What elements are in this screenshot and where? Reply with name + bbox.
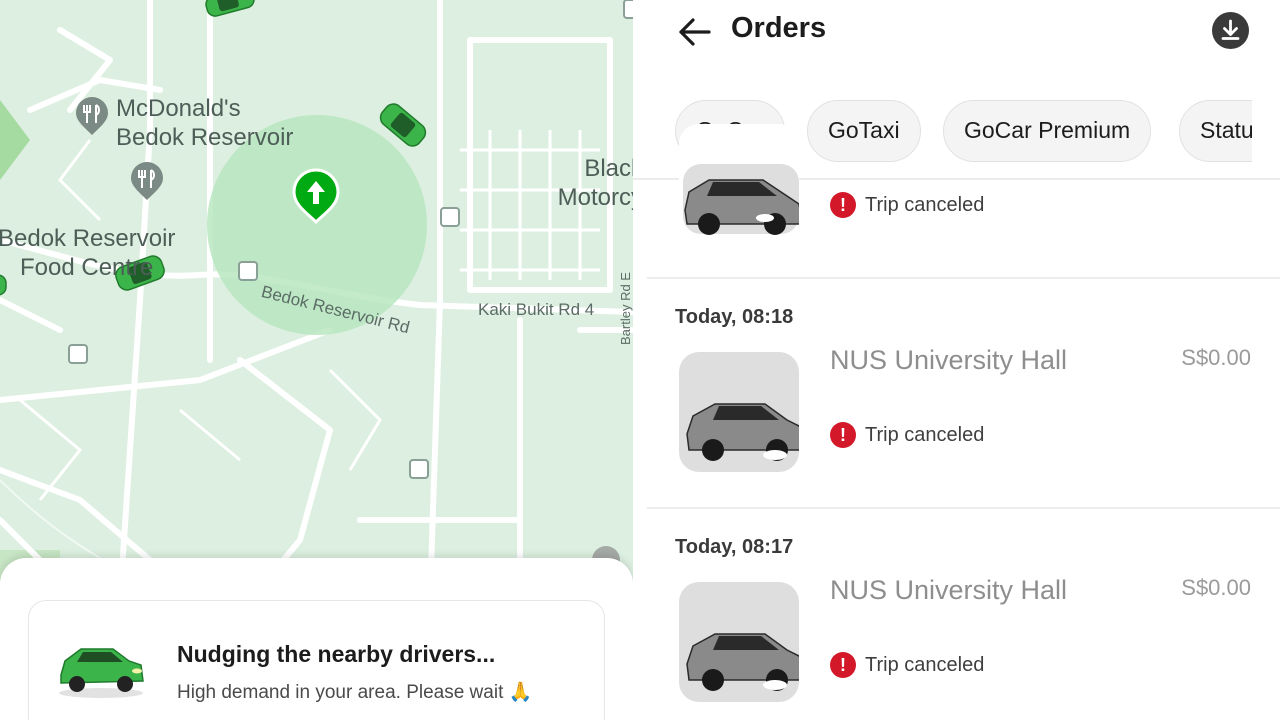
order-status-text: Trip canceled <box>865 193 985 216</box>
alert-icon: ! <box>830 192 856 218</box>
map-label-mcdonalds: McDonald's Bedok Reservoir <box>116 95 294 151</box>
order-thumbnail <box>679 582 799 702</box>
fork-knife-icon[interactable] <box>76 97 108 135</box>
nudge-title: Nudging the nearby drivers... <box>177 641 496 667</box>
nudge-card: Nudging the nearby drivers... High deman… <box>28 600 605 720</box>
car-icon <box>683 164 799 235</box>
order-date: Today, 08:18 <box>675 306 794 328</box>
order-status-text: Trip canceled <box>865 423 985 446</box>
park-area <box>0 100 30 180</box>
green-car-icon <box>59 648 144 698</box>
road-label-bartley: Bartley Rd E <box>618 272 633 345</box>
filter-chip-status[interactable]: Status <box>1179 100 1252 162</box>
order-status: ! Trip canceled <box>830 652 984 678</box>
row-divider <box>647 277 1280 279</box>
order-destination: NUS University Hall <box>830 345 1068 375</box>
orders-screen: Orders GoCar GoTaxi GoCar Premium Status… <box>633 0 1280 720</box>
order-thumbnail <box>679 352 799 472</box>
car-icon <box>686 633 799 691</box>
filter-chip-gotaxi[interactable]: GoTaxi <box>807 100 921 162</box>
order-status: ! Trip canceled <box>830 192 984 218</box>
download-icon <box>1221 19 1240 40</box>
filter-chip-gocar-premium[interactable]: GoCar Premium <box>943 100 1152 162</box>
order-status: ! Trip canceled <box>830 422 984 448</box>
order-price: S$0.00 <box>1181 575 1251 600</box>
order-status-text: Trip canceled <box>865 653 985 676</box>
alert-icon: ! <box>830 652 856 678</box>
map-view[interactable]: McDonald's Bedok Reservoir Bedok Reservo… <box>0 0 633 720</box>
green-car-icon <box>205 0 255 17</box>
bottom-sheet: Nudging the nearby drivers... High deman… <box>0 558 633 720</box>
back-arrow-icon[interactable] <box>677 14 713 50</box>
alert-icon: ! <box>830 422 856 448</box>
order-thumbnail <box>679 124 799 244</box>
row-divider <box>647 507 1280 509</box>
download-button[interactable] <box>1212 12 1249 49</box>
order-date: Today, 08:17 <box>675 536 794 558</box>
page-title: Orders <box>731 12 827 44</box>
road-label-kaki-bukit: Kaki Bukit Rd 4 <box>478 300 595 319</box>
order-destination: NUS University Hall <box>830 575 1068 605</box>
order-price: S$0.00 <box>1181 345 1251 370</box>
map-label-food-centre: Bedok Reservoir Food Centre <box>0 225 176 281</box>
nudge-subtitle: High demand in your area. Please wait 🙏 <box>177 682 533 703</box>
fork-knife-icon[interactable] <box>131 162 163 200</box>
car-icon <box>686 403 799 461</box>
map-label-black-motorcycle: Black Motorcy <box>557 155 633 211</box>
